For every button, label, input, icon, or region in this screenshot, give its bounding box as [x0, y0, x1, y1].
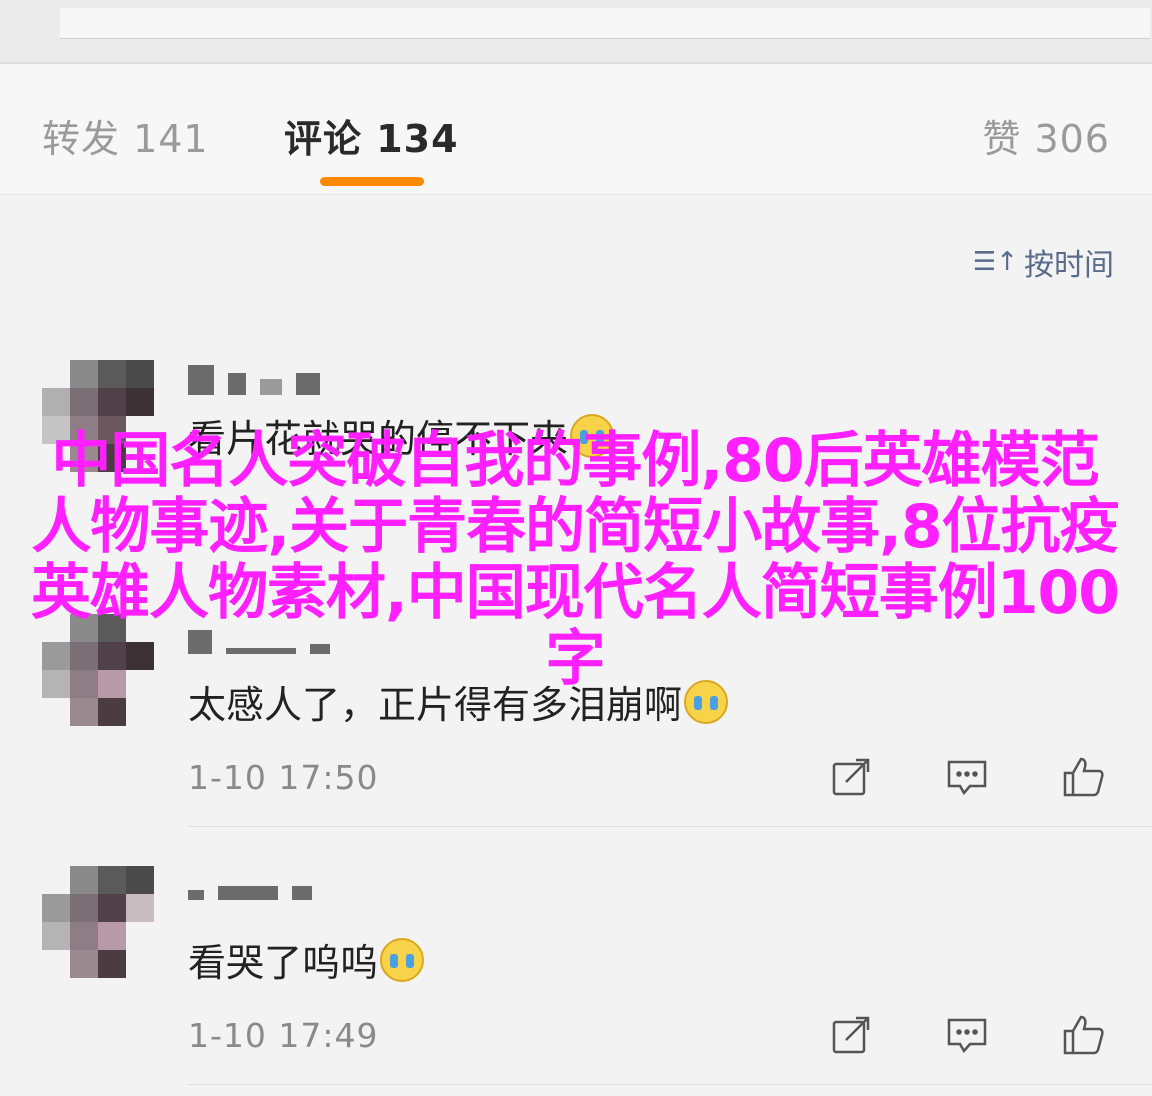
top-bar [0, 0, 1152, 64]
active-tab-indicator [320, 177, 424, 186]
overlay-title: 中国名人突破自我的事例,80后英雄模范人物事迹,关于青春的简短小故事,8位抗疫英… [30, 426, 1120, 694]
tab-repost[interactable]: 转发 141 [42, 108, 209, 163]
comment-actions [828, 1012, 1106, 1058]
comment-time: 1-10 17:49 [188, 1016, 379, 1055]
comment-time: 1-10 17:50 [188, 758, 379, 797]
comment-icon [947, 760, 987, 796]
top-bar-strip [60, 8, 1150, 39]
thumbs-up-icon [1063, 1015, 1104, 1055]
avatar[interactable] [42, 866, 154, 978]
divider [188, 826, 1152, 827]
sort-button[interactable]: ☰↑ 按时间 [973, 240, 1114, 284]
like-button[interactable] [1060, 1012, 1106, 1058]
divider [188, 1084, 1152, 1085]
share-icon [832, 758, 870, 796]
username-blurred[interactable] [188, 365, 320, 395]
username-blurred[interactable] [188, 886, 312, 900]
comment-text: 看哭了呜呜 [188, 932, 425, 987]
share-button[interactable] [828, 1012, 874, 1058]
sort-icon: ☰↑ [972, 247, 1018, 277]
reply-button[interactable] [944, 1012, 990, 1058]
comment-text-content: 看哭了呜呜 [188, 941, 379, 985]
tab-like[interactable]: 赞 306 [982, 108, 1110, 163]
comment-icon [947, 1018, 987, 1054]
reply-button[interactable] [944, 754, 990, 800]
like-button[interactable] [1060, 754, 1106, 800]
tab-bar: 转发 141 评论 134 赞 306 [0, 64, 1152, 195]
thumbs-up-icon [1063, 757, 1104, 797]
sort-label: 按时间 [1024, 248, 1114, 283]
share-button[interactable] [828, 754, 874, 800]
share-icon [832, 1016, 870, 1054]
crying-face-icon [380, 938, 425, 982]
comment-actions [828, 754, 1106, 800]
tab-comment[interactable]: 评论 134 [284, 108, 459, 163]
